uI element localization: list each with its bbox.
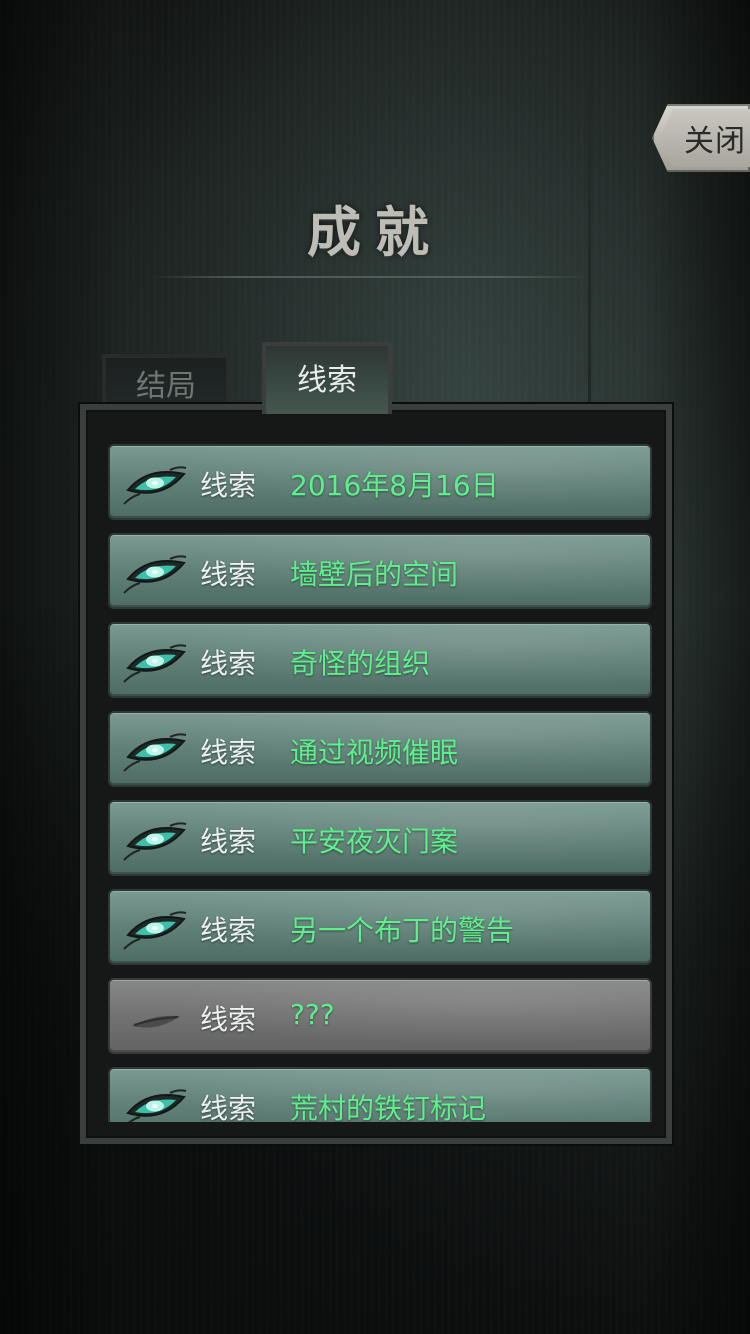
clue-row-label: 线索 [200, 469, 257, 502]
green-eye-icon [118, 905, 190, 955]
clue-row-label: 线索 [200, 736, 257, 769]
clue-row-name: 通过视频催眠 [290, 736, 459, 769]
clue-row-label: 线索 [200, 1092, 257, 1122]
green-eye-icon [118, 1083, 190, 1122]
green-eye-icon [118, 460, 190, 510]
green-eye-icon [118, 727, 190, 777]
clue-row-name: 平安夜灭门案 [290, 825, 459, 858]
clue-row[interactable]: 线索 墙壁后的空间 [108, 533, 652, 609]
achievement-panel: 线索 2016年8月16日 线索 墙壁后的空间 线索 奇怪的组织 线索 通过视频催眠 线索 平安夜… [80, 404, 672, 1144]
green-eye-icon [118, 638, 190, 688]
clue-row[interactable]: 线索 另一个布丁的警告 [108, 889, 652, 965]
clue-row-name: 另一个布丁的警告 [290, 914, 515, 947]
clue-row-label: 线索 [200, 1003, 257, 1036]
clue-row-name: 墙壁后的空间 [290, 558, 459, 591]
title-divider [150, 276, 590, 278]
tab-clues[interactable]: 线索 [262, 342, 392, 414]
clue-row-name: 2016年8月16日 [290, 469, 499, 502]
closed-eye-icon [118, 994, 190, 1044]
green-eye-icon [118, 816, 190, 866]
clue-row-name: ??? [290, 998, 335, 1031]
clue-row-label: 线索 [200, 914, 257, 947]
clue-row[interactable]: 线索 荒村的铁钉标记 [108, 1067, 652, 1122]
tab-endings-label: 结局 [136, 369, 196, 404]
clue-row-name: 奇怪的组织 [290, 647, 431, 680]
page-title: 成就 [307, 201, 443, 264]
clue-row-locked[interactable]: 线索??? [108, 978, 652, 1054]
clue-row-label: 线索 [200, 558, 257, 591]
clue-row[interactable]: 线索 平安夜灭门案 [108, 800, 652, 876]
clue-row-label: 线索 [200, 825, 257, 858]
clue-row-label: 线索 [200, 647, 257, 680]
clue-row[interactable]: 线索 奇怪的组织 [108, 622, 652, 698]
tab-clues-label: 线索 [297, 363, 357, 398]
clue-row[interactable]: 线索 通过视频催眠 [108, 711, 652, 787]
close-button-label: 关闭 [684, 124, 746, 159]
clue-row-name: 荒村的铁钉标记 [290, 1092, 487, 1122]
clue-row[interactable]: 线索 2016年8月16日 [108, 444, 652, 520]
clue-list[interactable]: 线索 2016年8月16日 线索 墙壁后的空间 线索 奇怪的组织 线索 通过视频催眠 线索 平安夜… [102, 444, 652, 1122]
close-button[interactable]: 关闭 [652, 104, 750, 172]
green-eye-icon [118, 549, 190, 599]
